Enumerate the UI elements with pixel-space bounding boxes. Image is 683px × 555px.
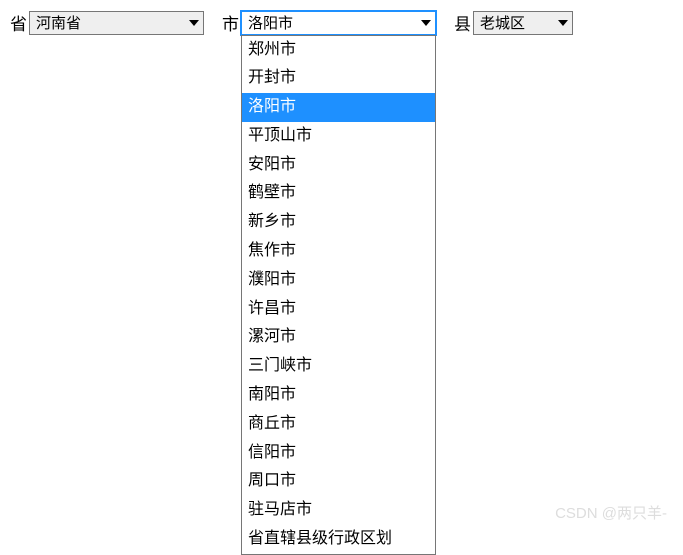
city-dropdown-option[interactable]: 鹤壁市: [242, 179, 435, 208]
city-dropdown-option[interactable]: 周口市: [242, 467, 435, 496]
county-select-wrap: 老城区: [473, 11, 573, 35]
city-dropdown-option[interactable]: 省直辖县级行政区划: [242, 525, 435, 554]
city-dropdown-option[interactable]: 郑州市: [242, 36, 435, 65]
city-dropdown-option[interactable]: 商丘市: [242, 410, 435, 439]
county-group: 县 老城区: [454, 10, 573, 35]
city-dropdown-option[interactable]: 漯河市: [242, 323, 435, 352]
city-select-value: 洛阳市: [248, 12, 293, 33]
city-dropdown-option[interactable]: 南阳市: [242, 381, 435, 410]
city-dropdown-option[interactable]: 洛阳市: [242, 93, 435, 122]
city-dropdown-option[interactable]: 安阳市: [242, 151, 435, 180]
city-dropdown-option[interactable]: 三门峡市: [242, 352, 435, 381]
county-select[interactable]: 老城区: [473, 11, 573, 35]
region-picker-row: 省 河南省 市 洛阳市 郑州市开封市洛阳市平顶山市安阳市鹤壁市新乡市焦作市濮阳市…: [10, 10, 673, 35]
city-dropdown-option[interactable]: 焦作市: [242, 237, 435, 266]
province-select-wrap: 河南省: [29, 11, 204, 35]
city-dropdown-option[interactable]: 新乡市: [242, 208, 435, 237]
city-dropdown-option[interactable]: 许昌市: [242, 295, 435, 324]
city-group: 市 洛阳市 郑州市开封市洛阳市平顶山市安阳市鹤壁市新乡市焦作市濮阳市许昌市漯河市…: [222, 10, 436, 35]
province-label: 省: [10, 10, 27, 35]
city-dropdown-option[interactable]: 濮阳市: [242, 266, 435, 295]
chevron-down-icon: [189, 20, 199, 26]
county-label: 县: [454, 10, 471, 35]
city-dropdown-option[interactable]: 驻马店市: [242, 496, 435, 525]
county-select-value: 老城区: [480, 12, 525, 33]
province-select[interactable]: 河南省: [29, 11, 204, 35]
province-select-value: 河南省: [36, 12, 81, 33]
city-label: 市: [222, 10, 239, 35]
city-dropdown-option[interactable]: 开封市: [242, 64, 435, 93]
chevron-down-icon: [558, 20, 568, 26]
province-group: 省 河南省: [10, 10, 204, 35]
city-dropdown-option[interactable]: 平顶山市: [242, 122, 435, 151]
city-select-wrap: 洛阳市 郑州市开封市洛阳市平顶山市安阳市鹤壁市新乡市焦作市濮阳市许昌市漯河市三门…: [241, 11, 436, 35]
chevron-down-icon: [421, 20, 431, 26]
city-dropdown: 郑州市开封市洛阳市平顶山市安阳市鹤壁市新乡市焦作市濮阳市许昌市漯河市三门峡市南阳…: [241, 35, 436, 555]
city-select[interactable]: 洛阳市: [241, 11, 436, 35]
watermark: CSDN @两只羊-: [555, 502, 667, 523]
city-dropdown-option[interactable]: 信阳市: [242, 439, 435, 468]
